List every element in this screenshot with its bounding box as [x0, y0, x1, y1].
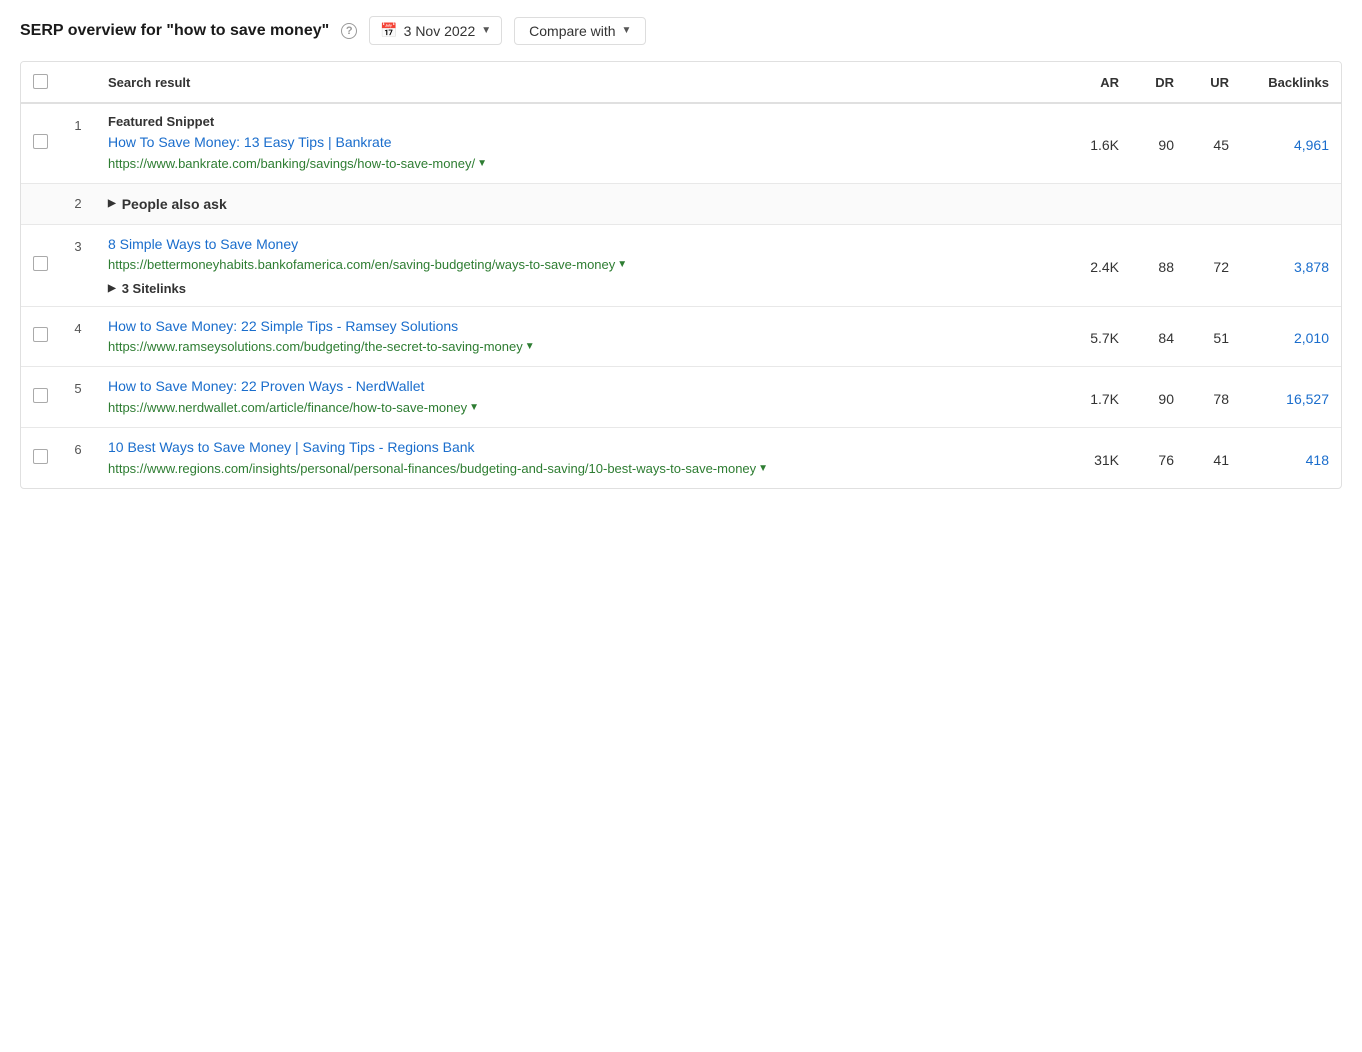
row-position-3: 3: [60, 224, 96, 306]
backlinks-cell-4[interactable]: 2,010: [1241, 306, 1341, 367]
result-url-4: https://www.ramseysolutions.com/budgetin…: [108, 338, 1049, 356]
ar-cell-6: 31K: [1061, 428, 1131, 488]
checkbox-cell-1: [21, 103, 60, 183]
result-cell-4: How to Save Money: 22 Simple Tips - Rams…: [96, 306, 1061, 367]
result-url-1: https://www.bankrate.com/banking/savings…: [108, 155, 1049, 173]
url-dropdown-arrow-6[interactable]: ▼: [758, 462, 768, 476]
help-icon[interactable]: ?: [341, 23, 357, 39]
row-checkbox-3[interactable]: [33, 256, 48, 271]
result-url-5: https://www.nerdwallet.com/article/finan…: [108, 399, 1049, 417]
url-dropdown-arrow-4[interactable]: ▼: [525, 340, 535, 354]
select-all-checkbox[interactable]: [33, 74, 48, 89]
compare-with-button[interactable]: Compare with ▼: [514, 17, 646, 45]
result-title-3[interactable]: 8 Simple Ways to Save Money: [108, 235, 1049, 255]
header-ur: UR: [1186, 62, 1241, 103]
table-row: 5 How to Save Money: 22 Proven Ways - Ne…: [21, 367, 1341, 428]
table-row: 6 10 Best Ways to Save Money | Saving Ti…: [21, 428, 1341, 488]
ur-cell-1: 45: [1186, 103, 1241, 183]
sitelinks-label: 3 Sitelinks: [122, 281, 186, 296]
backlinks-cell-6[interactable]: 418: [1241, 428, 1341, 488]
dr-cell-6: 76: [1131, 428, 1186, 488]
result-title-5[interactable]: How to Save Money: 22 Proven Ways - Nerd…: [108, 377, 1049, 397]
expand-icon[interactable]: ▶: [108, 198, 116, 209]
result-title-1[interactable]: How To Save Money: 13 Easy Tips | Bankra…: [108, 133, 1049, 153]
date-label: 3 Nov 2022: [404, 23, 476, 39]
calendar-icon: 📅: [380, 22, 397, 39]
people-also-ask-cell: ▶ People also ask: [96, 183, 1341, 224]
header-checkbox-cell: [21, 62, 60, 103]
result-cell-1: Featured Snippet How To Save Money: 13 E…: [96, 103, 1061, 183]
page-title: SERP overview for "how to save money": [20, 22, 329, 40]
row-checkbox-1[interactable]: [33, 134, 48, 149]
page-header: SERP overview for "how to save money" ? …: [20, 16, 1342, 61]
header-backlinks: Backlinks: [1241, 62, 1341, 103]
backlinks-cell-3[interactable]: 3,878: [1241, 224, 1341, 306]
row-position-5: 5: [60, 367, 96, 428]
ur-cell-6: 41: [1186, 428, 1241, 488]
empty-checkbox-cell: [21, 183, 60, 224]
checkbox-cell-3: [21, 224, 60, 306]
dr-cell-4: 84: [1131, 306, 1186, 367]
ur-cell-4: 51: [1186, 306, 1241, 367]
date-picker[interactable]: 📅 3 Nov 2022 ▼: [369, 16, 502, 45]
date-dropdown-arrow: ▼: [481, 25, 491, 36]
table-row: 1 Featured Snippet How To Save Money: 13…: [21, 103, 1341, 183]
checkbox-cell-5: [21, 367, 60, 428]
ar-cell-5: 1.7K: [1061, 367, 1131, 428]
row-position-4: 4: [60, 306, 96, 367]
url-dropdown-arrow[interactable]: ▼: [477, 157, 487, 171]
people-also-ask-label: People also ask: [122, 196, 227, 212]
row-position-2: 2: [60, 183, 96, 224]
result-title-4[interactable]: How to Save Money: 22 Simple Tips - Rams…: [108, 317, 1049, 337]
url-dropdown-arrow-5[interactable]: ▼: [469, 401, 479, 415]
result-url-3: https://bettermoneyhabits.bankofamerica.…: [108, 256, 1049, 274]
row-checkbox-6[interactable]: [33, 449, 48, 464]
table-row: 4 How to Save Money: 22 Simple Tips - Ra…: [21, 306, 1341, 367]
result-cell-3: 8 Simple Ways to Save Money https://bett…: [96, 224, 1061, 306]
featured-snippet-label: Featured Snippet: [108, 114, 1049, 129]
checkbox-cell-4: [21, 306, 60, 367]
dr-cell-5: 90: [1131, 367, 1186, 428]
sitelinks-expand-icon[interactable]: ▶: [108, 283, 116, 294]
row-checkbox-4[interactable]: [33, 327, 48, 342]
compare-dropdown-arrow: ▼: [622, 25, 632, 36]
row-checkbox-5[interactable]: [33, 388, 48, 403]
header-position: [60, 62, 96, 103]
compare-label: Compare with: [529, 23, 615, 39]
header-ar: AR: [1061, 62, 1131, 103]
dr-cell-3: 88: [1131, 224, 1186, 306]
ar-cell-4: 5.7K: [1061, 306, 1131, 367]
ar-cell-3: 2.4K: [1061, 224, 1131, 306]
url-dropdown-arrow-3[interactable]: ▼: [617, 258, 627, 272]
row-position-6: 6: [60, 428, 96, 488]
backlinks-cell-5[interactable]: 16,527: [1241, 367, 1341, 428]
backlinks-cell-1[interactable]: 4,961: [1241, 103, 1341, 183]
table-row: 3 8 Simple Ways to Save Money https://be…: [21, 224, 1341, 306]
ur-cell-3: 72: [1186, 224, 1241, 306]
table-row: 2 ▶ People also ask: [21, 183, 1341, 224]
result-cell-6: 10 Best Ways to Save Money | Saving Tips…: [96, 428, 1061, 488]
row-position-1: 1: [60, 103, 96, 183]
serp-table: Search result AR DR UR Backlinks 1 Featu…: [20, 61, 1342, 489]
result-cell-5: How to Save Money: 22 Proven Ways - Nerd…: [96, 367, 1061, 428]
ur-cell-5: 78: [1186, 367, 1241, 428]
dr-cell-1: 90: [1131, 103, 1186, 183]
result-title-6[interactable]: 10 Best Ways to Save Money | Saving Tips…: [108, 438, 1049, 458]
result-url-6: https://www.regions.com/insights/persona…: [108, 460, 1049, 478]
header-dr: DR: [1131, 62, 1186, 103]
table-header-row: Search result AR DR UR Backlinks: [21, 62, 1341, 103]
header-search-result: Search result: [96, 62, 1061, 103]
checkbox-cell-6: [21, 428, 60, 488]
ar-cell-1: 1.6K: [1061, 103, 1131, 183]
